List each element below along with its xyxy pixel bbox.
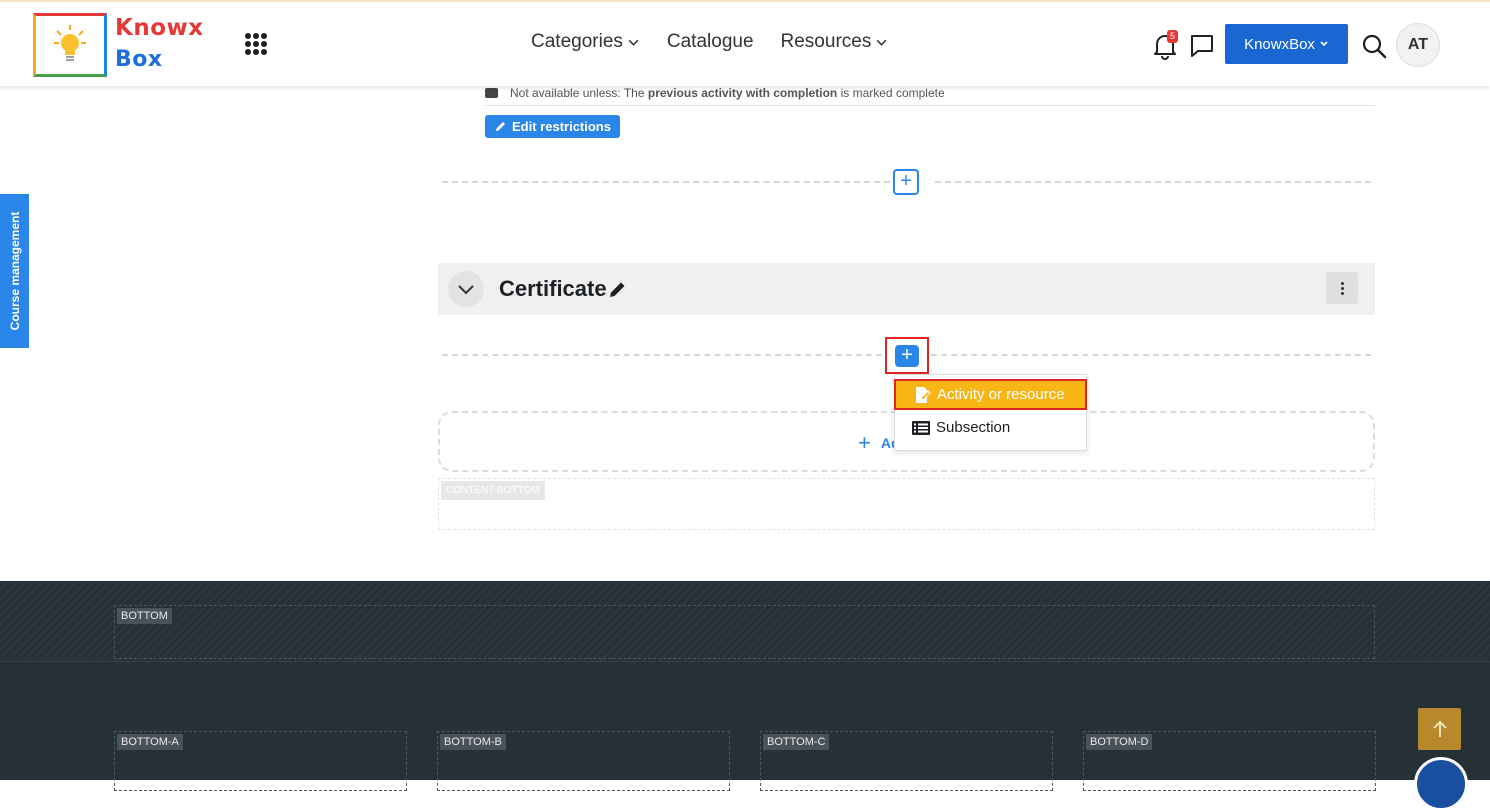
bottom-a-region: BOTTOM-A (114, 731, 407, 791)
file-edit-icon (916, 386, 931, 403)
bottom-d-region: BOTTOM-D (1083, 731, 1376, 791)
region-tag: BOTTOM-C (763, 734, 830, 750)
menu-item-activity-or-resource[interactable]: Activity or resource (894, 379, 1087, 410)
chevron-down-icon (628, 39, 639, 46)
divider-dashed (931, 354, 1371, 356)
section-certificate: Certificate (438, 263, 1375, 315)
add-content-button-active[interactable]: + (895, 345, 919, 367)
highlight-box: + (885, 337, 929, 374)
site-logo[interactable]: Knowx Box (33, 13, 209, 77)
add-content-button[interactable]: + (893, 169, 919, 195)
section-title: Certificate (499, 276, 607, 301)
bottom-b-region: BOTTOM-B (437, 731, 730, 791)
add-content-dropdown: Activity or resource Subsection (894, 374, 1087, 451)
divider-dashed (935, 181, 1371, 183)
nav-categories[interactable]: Categories (531, 31, 640, 53)
edit-restrictions-button[interactable]: Edit restrictions (485, 115, 620, 138)
divider-dashed (442, 181, 890, 183)
chevron-down-icon (1320, 41, 1328, 47)
region-tag: BOTTOM-A (117, 734, 183, 750)
section-actions-menu[interactable] (1326, 272, 1358, 304)
help-button[interactable] (1414, 757, 1468, 811)
region-tag: BOTTOM-D (1086, 734, 1153, 750)
content-bottom-region: CONTENT-BOTTOM (438, 478, 1375, 530)
region-tag: BOTTOM (117, 608, 172, 624)
site-footer: BOTTOM BOTTOM-A BOTTOM-B BOTTOM-C BOTTOM… (0, 581, 1490, 791)
logo-text-bottom: Box (115, 47, 163, 72)
plus-icon: + (858, 430, 871, 455)
site-header: Knowx Box Categories Catalogue Resources… (0, 2, 1490, 86)
lightbulb-icon (54, 25, 86, 61)
org-menu-button[interactable]: KnowxBox (1225, 24, 1348, 64)
notifications-button[interactable]: 5 (1152, 30, 1178, 60)
pencil-icon[interactable] (608, 280, 627, 299)
app-grid-icon[interactable] (245, 33, 267, 55)
logo-text-top: Knowx (115, 15, 204, 41)
chevron-down-icon (876, 39, 887, 46)
back-to-top-button[interactable] (1418, 708, 1461, 750)
restriction-icon (485, 87, 498, 98)
nav-catalogue[interactable]: Catalogue (667, 31, 754, 53)
chat-icon[interactable] (1189, 33, 1215, 59)
course-management-tab[interactable]: Course management (0, 194, 29, 348)
list-icon (912, 420, 930, 435)
divider-dashed (442, 354, 882, 356)
user-avatar[interactable]: AT (1396, 23, 1440, 67)
bottom-region: BOTTOM (114, 605, 1375, 659)
main-nav: Categories Catalogue Resources (531, 31, 888, 53)
region-tag: CONTENT-BOTTOM (441, 481, 545, 500)
region-tag: BOTTOM-B (440, 734, 506, 750)
chevron-down-icon (458, 285, 474, 295)
section-collapse-button[interactable] (448, 271, 484, 307)
nav-resources[interactable]: Resources (781, 31, 889, 53)
menu-item-subsection[interactable]: Subsection (895, 412, 1088, 443)
bottom-c-region: BOTTOM-C (760, 731, 1053, 791)
pencil-icon (496, 122, 506, 131)
notification-badge: 5 (1167, 30, 1178, 43)
arrow-up-icon (1432, 720, 1447, 737)
search-icon[interactable] (1361, 33, 1387, 59)
